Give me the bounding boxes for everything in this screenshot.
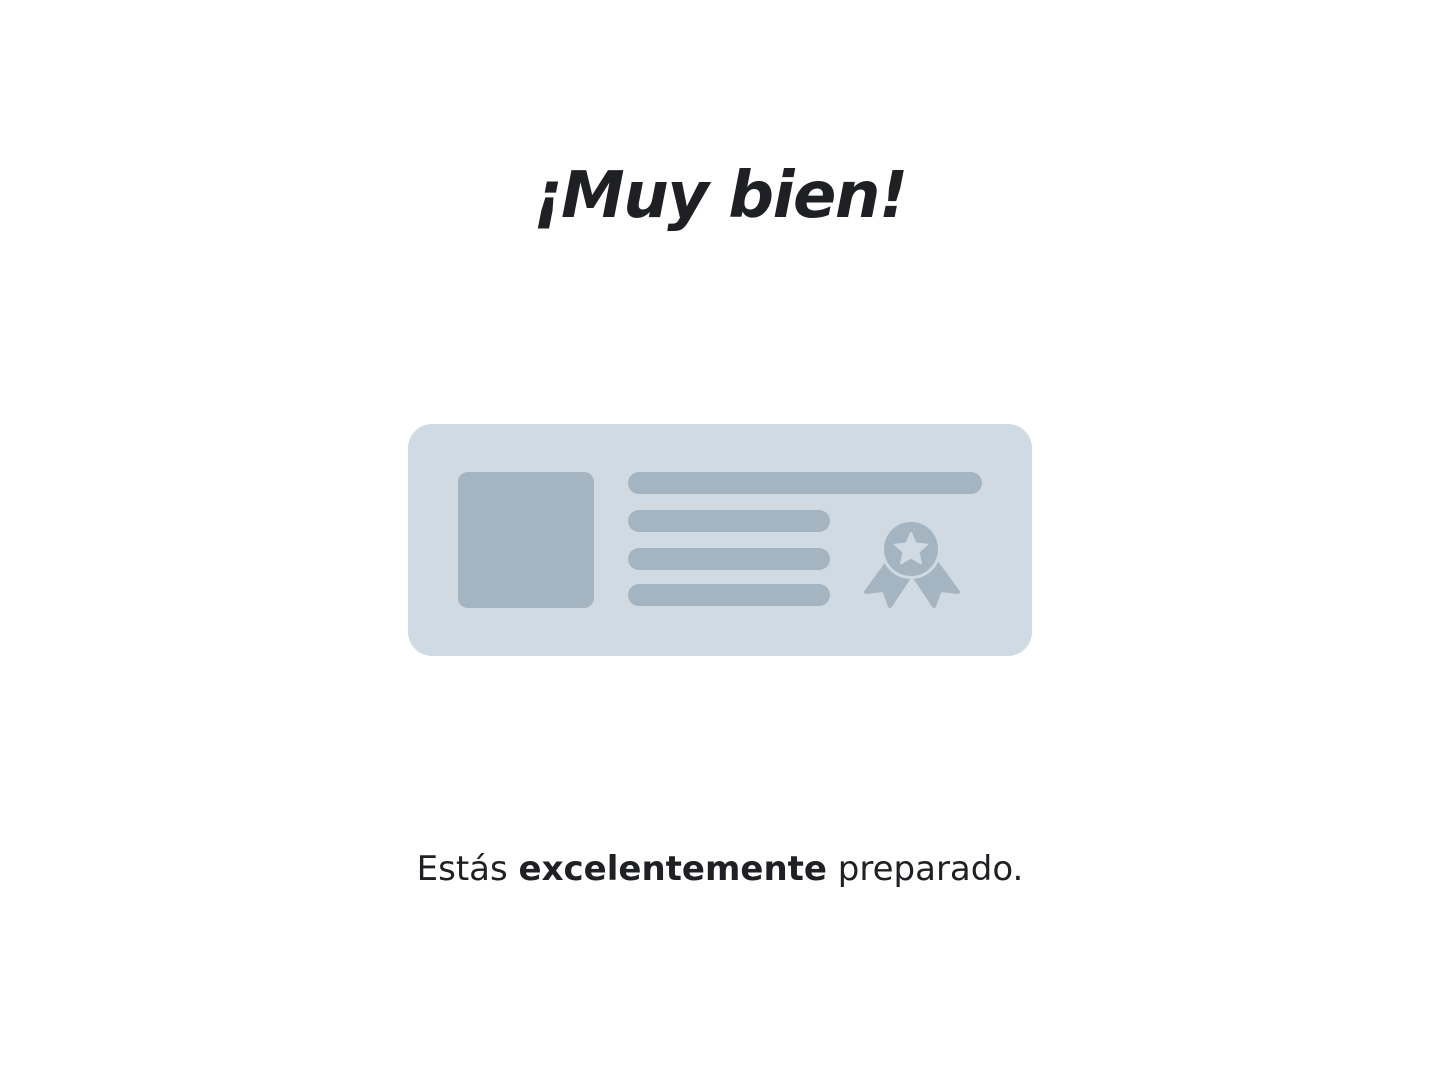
certificate-text-line <box>628 584 830 606</box>
certificate-text-line <box>628 548 830 570</box>
message-emphasis: excelentemente <box>518 849 827 889</box>
message-suffix: preparado. <box>837 849 1024 889</box>
certificate-photo-placeholder <box>458 472 594 608</box>
award-ribbon-icon <box>864 520 960 608</box>
message-prefix: Estás <box>416 849 508 889</box>
result-headline: ¡Muy bien! <box>533 159 908 233</box>
certificate-text-line <box>628 510 830 532</box>
certificate-text-line <box>628 472 982 494</box>
certificate-illustration <box>408 424 1032 656</box>
result-message: Estás excelentemente preparado. <box>0 846 1440 892</box>
